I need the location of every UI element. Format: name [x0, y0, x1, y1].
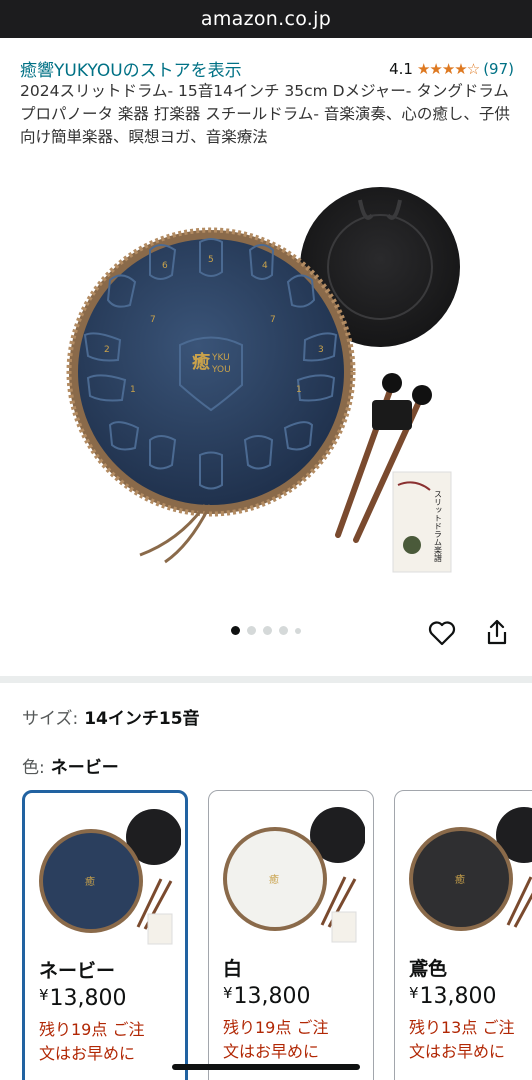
color-variant-carousel[interactable]: 癒 ネービー ¥13,800 残り19点 ご注 文はお早めに 癒 白 ¥13,80…: [0, 788, 532, 1080]
svg-text:YOU: YOU: [211, 365, 231, 375]
variant-price: ¥13,800: [223, 984, 311, 1009]
variant-name: 白: [223, 958, 243, 980]
variant-stock-warning: 残り19点 ご注 文はお早めに: [39, 1020, 145, 1063]
rating-summary[interactable]: 4.1 ★★★★☆ (97): [389, 60, 514, 78]
variant-price: ¥13,800: [39, 986, 127, 1011]
svg-text:5: 5: [208, 255, 214, 265]
song-booklet-image: スリットドラム楽譜: [392, 471, 452, 573]
svg-text:7: 7: [270, 315, 276, 325]
variant-thumbnail: 癒: [223, 807, 365, 943]
svg-text:スリットドラム楽譜: スリットドラム楽譜: [434, 490, 443, 563]
store-link[interactable]: 癒響YUKYOUのストアを表示: [20, 56, 242, 81]
svg-text:癒: 癒: [85, 875, 95, 888]
store-rating-row: 癒響YUKYOUのストアを表示 4.1 ★★★★☆ (97): [20, 56, 514, 82]
product-image-gallery[interactable]: 癒 YKU YOU 6 5 4 2 3 1 1 7 7 スリットドラム楽譜: [0, 185, 532, 615]
share-button[interactable]: [482, 616, 512, 648]
variant-name: 鳶色: [409, 958, 448, 980]
variant-card-white[interactable]: 癒 白 ¥13,800 残り19点 ご注 文はお早めに: [208, 790, 374, 1080]
svg-text:3: 3: [318, 345, 324, 355]
svg-text:4: 4: [262, 261, 268, 271]
variant-stock-warning: 残り13点 ご注 文はお早めに: [409, 1018, 515, 1061]
svg-text:YKU: YKU: [211, 353, 230, 363]
color-value: ネービー: [50, 758, 119, 778]
svg-text:7: 7: [150, 315, 156, 325]
variant-name: ネービー: [39, 960, 116, 982]
url-text: amazon.co.jp: [200, 8, 332, 30]
variant-card-navy[interactable]: 癒 ネービー ¥13,800 残り19点 ご注 文はお早めに: [22, 790, 188, 1080]
review-count[interactable]: (97): [483, 60, 514, 78]
rating-score: 4.1: [389, 59, 413, 78]
pagination-dot[interactable]: [247, 626, 256, 635]
product-title: 2024スリットドラム- 15音14インチ 35cm Dメジャー- タングドラム…: [20, 82, 510, 146]
drum-body: [78, 239, 344, 505]
size-selector[interactable]: サイズ: 14インチ15音: [22, 704, 200, 729]
share-icon: [487, 619, 507, 645]
svg-text:1: 1: [130, 385, 136, 395]
address-bar[interactable]: amazon.co.jp: [0, 0, 532, 38]
pagination-dot[interactable]: [263, 626, 272, 635]
heart-icon: [428, 621, 456, 646]
svg-text:癒: 癒: [192, 351, 210, 373]
svg-text:癒: 癒: [269, 873, 279, 886]
pagination-dot[interactable]: [295, 627, 301, 634]
star-rating-icon: ★★★★☆: [416, 59, 480, 78]
svg-text:2: 2: [104, 345, 110, 355]
svg-text:癒: 癒: [455, 873, 465, 886]
color-selector-label: 色: ネービー: [22, 753, 119, 778]
svg-text:1: 1: [296, 385, 302, 395]
variant-stock-warning: 残り19点 ご注 文はお早めに: [223, 1018, 329, 1061]
pagination-dot[interactable]: [279, 626, 288, 635]
variant-thumbnail: 癒: [409, 807, 532, 931]
section-divider: [0, 676, 532, 683]
variant-price: ¥13,800: [409, 984, 497, 1009]
variant-card-brown[interactable]: 癒 鳶色 ¥13,800 残り13点 ご注 文はお早めに: [394, 790, 532, 1080]
size-label: サイズ:: [22, 709, 79, 729]
pagination-dot[interactable]: [231, 626, 240, 635]
color-label: 色:: [22, 758, 45, 778]
product-main-image: 癒 YKU YOU 6 5 4 2 3 1 1 7 7 スリットドラム楽譜: [66, 187, 460, 573]
home-indicator[interactable]: [172, 1064, 360, 1070]
variant-thumbnail: 癒: [39, 809, 181, 945]
svg-text:6: 6: [162, 261, 168, 271]
wishlist-button[interactable]: [427, 618, 457, 648]
size-value: 14インチ15音: [84, 709, 200, 729]
